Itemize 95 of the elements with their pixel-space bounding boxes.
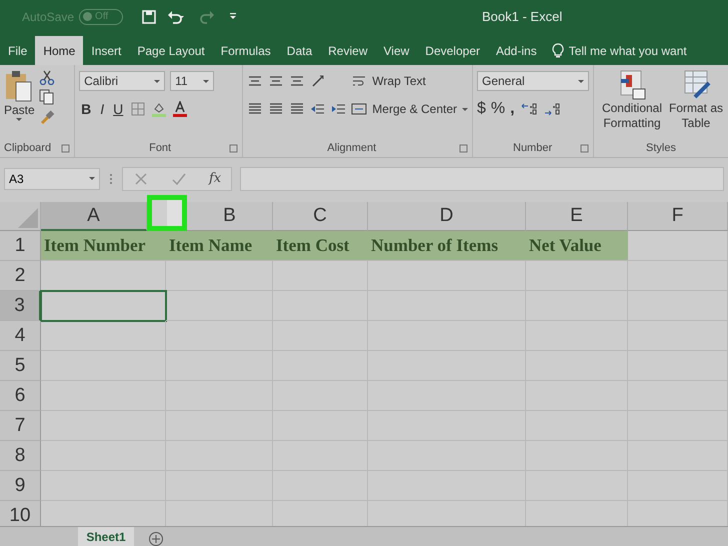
italic-button[interactable]: I — [98, 101, 106, 117]
group-label: Alignment — [327, 142, 376, 154]
dialog-launcher-icon[interactable] — [229, 144, 238, 152]
window-title: Book1 - Excel — [482, 9, 562, 24]
row-header[interactable]: 6 — [0, 381, 41, 411]
font-name-dropdown[interactable]: Calibri — [79, 71, 166, 91]
column-header[interactable]: B — [187, 202, 273, 231]
column-header[interactable]: F — [628, 202, 728, 231]
empty-cell[interactable] — [526, 261, 628, 291]
group-label: Font — [149, 142, 172, 154]
tell-me-search[interactable]: Tell me what you want — [568, 44, 687, 58]
name-box[interactable]: A3 — [4, 168, 100, 190]
column-header[interactable]: D — [368, 202, 526, 231]
paste-button[interactable]: Paste — [4, 69, 35, 139]
number-format-dropdown[interactable]: General — [477, 71, 589, 91]
ribbon-tab[interactable]: Developer — [417, 36, 488, 65]
font-color-icon[interactable] — [172, 101, 188, 117]
percent-button[interactable]: % — [490, 100, 506, 118]
dialog-launcher-icon[interactable] — [61, 144, 70, 152]
row-header[interactable]: 1 — [0, 231, 41, 261]
select-all-button[interactable] — [0, 202, 41, 231]
group-label: Number — [513, 142, 552, 154]
group-label: Styles — [646, 142, 676, 154]
empty-cell[interactable] — [368, 261, 526, 291]
decrease-decimal-icon[interactable] — [542, 101, 561, 117]
caret-icon — [462, 108, 468, 110]
caret-icon — [154, 80, 160, 82]
caret-icon — [16, 118, 22, 121]
highlight-box — [147, 195, 187, 231]
group-label: Clipboard — [4, 142, 52, 154]
more-icon[interactable] — [108, 172, 114, 186]
header-cell: Number of Items — [368, 231, 526, 261]
dialog-launcher-icon[interactable] — [459, 144, 468, 152]
header-cell: Item Cost — [273, 231, 368, 261]
column-header[interactable]: E — [526, 202, 628, 231]
ribbon-tab[interactable]: Data — [278, 36, 320, 65]
check-icon[interactable] — [171, 170, 187, 186]
column-header[interactable]: C — [273, 202, 368, 231]
caret-icon — [578, 80, 584, 82]
header-cell: Item Name — [166, 231, 273, 261]
header-cell: Net Value — [526, 231, 628, 261]
ribbon-tab[interactable]: Add-ins — [488, 36, 545, 65]
ribbon-tab[interactable]: File — [0, 36, 36, 65]
increase-decimal-icon[interactable] — [520, 101, 538, 117]
insert-function-button[interactable]: fx — [209, 171, 222, 186]
format-as-table-button[interactable]: Format as Table — [668, 69, 724, 139]
bold-button[interactable]: B — [79, 101, 94, 117]
row-header[interactable]: 5 — [0, 351, 41, 381]
row-header[interactable]: 3 — [0, 291, 41, 321]
conditional-formatting-button[interactable]: Conditional Formatting — [598, 69, 666, 139]
copy-icon[interactable] — [38, 89, 55, 105]
header-cell: Item Number — [41, 231, 166, 261]
brush-icon[interactable] — [38, 109, 55, 125]
currency-button[interactable]: $ — [477, 100, 486, 118]
merge-icon[interactable] — [351, 101, 368, 117]
ribbon-tab[interactable]: Insert — [83, 36, 130, 65]
wrap-text-button[interactable]: Wrap Text — [351, 69, 468, 93]
empty-cell[interactable] — [166, 321, 273, 351]
empty-cell[interactable] — [273, 261, 368, 291]
ribbon-tab[interactable]: Page Layout — [129, 36, 213, 65]
comma-button[interactable]: , — [510, 100, 515, 118]
triangle-icon — [18, 208, 38, 228]
lightbulb-icon[interactable] — [550, 42, 565, 58]
autosave-label: AutoSave — [22, 10, 74, 24]
row-header[interactable]: 2 — [0, 261, 41, 291]
ribbon-tab[interactable]: Home — [35, 36, 84, 65]
cancel-icon[interactable] — [133, 170, 149, 186]
caret-icon — [89, 177, 95, 180]
row-header[interactable]: 8 — [0, 441, 41, 471]
row-header[interactable]: 4 — [0, 321, 41, 351]
empty-cell[interactable] — [166, 261, 273, 291]
scissors-icon[interactable] — [38, 69, 55, 85]
fill-color-icon[interactable] — [151, 101, 168, 117]
font-size-dropdown[interactable]: 11 — [170, 71, 214, 91]
row-header[interactable]: 7 — [0, 411, 41, 441]
dialog-launcher-icon[interactable] — [580, 144, 589, 152]
clipboard-icon — [4, 69, 34, 103]
sheet-tab[interactable]: Sheet1 — [78, 527, 134, 546]
ribbon-tab[interactable]: Review — [320, 36, 376, 65]
empty-cell[interactable] — [166, 291, 273, 321]
ribbon-tab[interactable]: View — [376, 36, 418, 65]
borders-icon[interactable] — [130, 101, 146, 117]
formula-input[interactable] — [240, 166, 724, 190]
add-sheet-icon[interactable] — [148, 531, 164, 546]
save-icon[interactable] — [141, 8, 158, 24]
selected-cell[interactable] — [41, 291, 166, 321]
orientation-icon[interactable] — [310, 73, 326, 89]
column-header[interactable]: A — [41, 202, 147, 231]
caret-icon — [203, 80, 210, 82]
empty-cell[interactable] — [628, 261, 728, 291]
row-header[interactable]: 9 — [0, 471, 41, 501]
merge-center-button[interactable]: Merge & Center — [351, 97, 468, 121]
underline-button[interactable]: U — [111, 101, 126, 117]
ribbon-tab[interactable]: Formulas — [212, 36, 279, 65]
row-header[interactable]: 10 — [0, 501, 41, 526]
